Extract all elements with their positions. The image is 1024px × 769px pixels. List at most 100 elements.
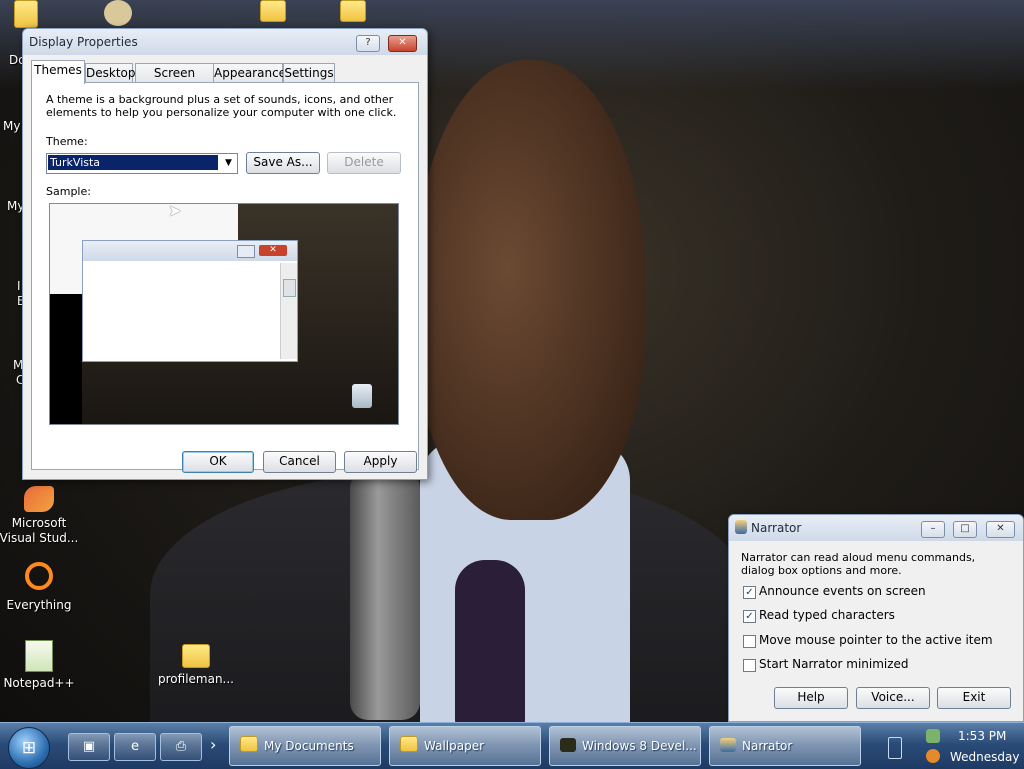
move-pointer-label: Move mouse pointer to the active item (759, 633, 993, 647)
visual-studio-icon (24, 486, 54, 512)
sample-recycle-bin-icon (352, 384, 372, 408)
app-icon (560, 738, 576, 752)
desktop-icon-label: Everything (6, 598, 72, 612)
desktop-icon-visual-studio[interactable]: Microsoft Visual Stud... (0, 486, 79, 546)
minimize-button[interactable]: – (921, 521, 945, 538)
system-tray: 1:53 PM Wednesday (888, 725, 1024, 767)
narrator-description: Narrator can read aloud menu commands, d… (741, 551, 976, 577)
voice-button[interactable]: Voice... (856, 687, 930, 709)
announce-events-label: Announce events on screen (759, 584, 926, 598)
exit-button[interactable]: Exit (937, 687, 1011, 709)
window-title: Display Properties (29, 35, 138, 49)
quick-launch-chevron-icon[interactable]: › (210, 735, 216, 754)
themes-description: A theme is a background plus a set of so… (46, 93, 397, 119)
task-wallpaper[interactable]: Wallpaper (389, 726, 541, 766)
desktop-label-partial: My (3, 119, 21, 133)
desktop-icon-label: profileman... (158, 672, 234, 686)
folder-icon (240, 736, 258, 752)
desktop-icon-label: Microsoft Visual Stud... (0, 516, 79, 545)
start-minimized-checkbox[interactable] (743, 659, 756, 672)
title-bar[interactable]: Display Properties ? ✕ (23, 29, 427, 55)
show-desktop-icon[interactable]: ▣ (68, 733, 110, 761)
apply-button[interactable]: Apply (344, 451, 417, 473)
read-typed-label: Read typed characters (759, 608, 895, 622)
sample-scroll-thumb (283, 279, 296, 297)
chevron-down-icon[interactable]: ▼ (220, 154, 237, 173)
theme-selected-value: TurkVista (48, 155, 218, 170)
everything-search-icon (25, 562, 53, 590)
theme-sample-preview: ✕ (49, 203, 399, 425)
desktop-icon-folder-a[interactable] (256, 0, 290, 26)
ok-button[interactable]: OK (182, 451, 254, 473)
narrator-icon (735, 520, 747, 534)
taskbar: ⊞ ▣ e ⎙ › My Documents Wallpaper Windows… (0, 722, 1024, 769)
mouse-cursor-icon: ➤ (168, 201, 182, 220)
help-button[interactable]: ? (356, 35, 380, 52)
desktop-label-partial: I (17, 279, 21, 293)
tab-appearance[interactable]: Appearance (213, 63, 286, 83)
move-pointer-checkbox[interactable] (743, 635, 756, 648)
display-properties-window: Display Properties ? ✕ Themes Desktop Sc… (22, 28, 428, 480)
cancel-button[interactable]: Cancel (263, 451, 336, 473)
notepad-plus-plus-icon (25, 640, 53, 672)
task-windows-8-devel[interactable]: Windows 8 Devel... (549, 726, 701, 766)
desktop-icon-label: Notepad++ (3, 676, 75, 690)
read-typed-checkbox[interactable]: ✓ (743, 610, 756, 623)
app-icon (104, 0, 132, 26)
start-minimized-label: Start Narrator minimized (759, 657, 909, 671)
wallpaper-face (415, 60, 645, 520)
delete-button[interactable]: Delete (327, 152, 401, 174)
desktop-icon-notepad-plus-plus[interactable]: Notepad++ (0, 640, 79, 691)
internet-explorer-icon[interactable]: e (114, 733, 156, 761)
folder-icon (260, 0, 286, 22)
tab-themes[interactable]: Themes (31, 60, 85, 84)
clock-day[interactable]: Wednesday (950, 750, 1019, 764)
title-bar[interactable]: Narrator – □ ✕ (729, 515, 1023, 541)
sample-label: Sample: (46, 185, 91, 198)
wallpaper-tie (455, 560, 525, 730)
task-my-documents[interactable]: My Documents (229, 726, 381, 766)
task-narrator[interactable]: Narrator (709, 726, 861, 766)
folder-icon (340, 0, 366, 22)
help-button[interactable]: Help (774, 687, 848, 709)
dialog-body: Themes Desktop Screen Saver Appearance S… (23, 55, 427, 479)
desktop-icon-everything[interactable]: Everything (0, 562, 79, 613)
folder-icon (400, 736, 418, 752)
network-icon[interactable] (926, 729, 940, 743)
folder-icon (182, 644, 210, 668)
narrator-icon (720, 738, 736, 752)
close-button[interactable]: ✕ (388, 35, 417, 52)
task-label: My Documents (264, 739, 354, 753)
theme-dropdown[interactable]: TurkVista ▼ (46, 153, 238, 174)
tab-settings[interactable]: Settings (283, 63, 335, 83)
desktop-icon-folder-b[interactable] (336, 0, 370, 26)
close-button[interactable]: ✕ (986, 521, 1015, 538)
desktop-icon-profileman[interactable]: profileman... (156, 644, 236, 687)
clock-time[interactable]: 1:53 PM (958, 729, 1006, 743)
tray-icon-partial[interactable] (888, 737, 902, 759)
wallpaper-microphone (350, 470, 420, 720)
announce-events-checkbox[interactable]: ✓ (743, 586, 756, 599)
narrator-body: Narrator can read aloud menu commands, d… (729, 541, 1023, 721)
documents-icon (14, 0, 38, 28)
maximize-button[interactable]: □ (953, 521, 977, 538)
window-title: Narrator (751, 521, 802, 535)
sample-scrollbar (280, 263, 297, 359)
save-as-button[interactable]: Save As... (246, 152, 320, 174)
volume-icon[interactable] (926, 749, 940, 763)
start-button[interactable]: ⊞ (8, 727, 50, 769)
tab-screen-saver[interactable]: Screen Saver (135, 63, 214, 99)
tab-desktop[interactable]: Desktop (85, 63, 136, 83)
theme-label: Theme: (46, 135, 88, 148)
printer-icon[interactable]: ⎙ (160, 733, 202, 761)
sample-close-icon: ✕ (259, 245, 287, 256)
sample-window: ✕ (82, 240, 298, 362)
task-label: Wallpaper (424, 739, 485, 753)
task-label: Windows 8 Devel... (582, 739, 697, 753)
themes-panel: A theme is a background plus a set of so… (31, 82, 419, 470)
desktop-icon-top-2[interactable] (98, 0, 138, 30)
sample-maximize-icon (237, 245, 255, 258)
task-label: Narrator (742, 739, 793, 753)
narrator-window: Narrator – □ ✕ Narrator can read aloud m… (728, 514, 1024, 722)
sample-black-patch (50, 294, 82, 424)
